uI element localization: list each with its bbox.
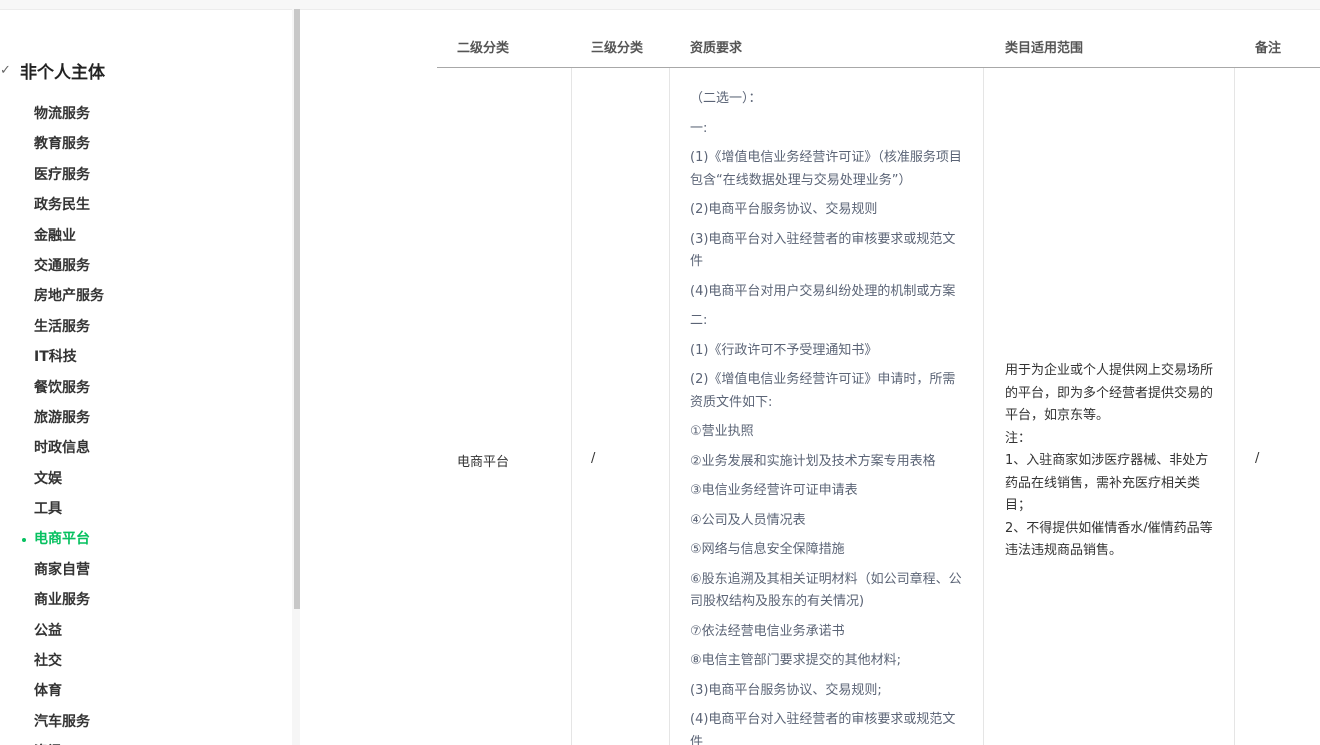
sidebar-item[interactable]: 生活服务 — [0, 317, 104, 347]
header-remark: 备注 — [1255, 41, 1282, 56]
sidebar-item-label: 教育服务 — [34, 136, 90, 153]
qualification-item: (3)电商平台对入驻经营者的审核要求或规范文件 — [690, 231, 956, 270]
qualification-item: (4)电商平台对入驻经营者的审核要求或规范文件 — [690, 712, 956, 745]
qualification-item: ⑤网络与信息安全保障措施 — [690, 542, 845, 557]
qualification-item: (2)《增值电信业务经营许可证》申请时，所需资质文件如下: — [690, 372, 956, 410]
group-title: 非个人主体 — [20, 62, 105, 83]
qualification-item: ⑥股东追溯及其相关证明材料（如公司章程、公司股权结构及股东的有关情况) — [690, 571, 962, 610]
sidebar-item-label: IT科技 — [34, 349, 77, 366]
sidebar-item[interactable]: IT科技 — [0, 347, 104, 377]
sidebar-item[interactable]: 金融业 — [0, 226, 104, 256]
header-scope: 类目适用范围 — [1005, 41, 1084, 56]
sidebar-item-label: 物流服务 — [34, 106, 90, 122]
header-qualification: 资质要求 — [690, 41, 743, 56]
sidebar-item-label: 生活服务 — [34, 318, 90, 335]
qualification-item: (1)《增值电信业务经营许可证》（核准服务项目包含“在线数据处理与交易处理业务”… — [690, 150, 962, 188]
sidebar-item-label: 汽车服务 — [34, 713, 90, 730]
sidebar-item[interactable]: 社交 — [0, 651, 104, 681]
sidebar-item[interactable]: 政务民生 — [0, 195, 104, 225]
sidebar-item[interactable]: 工具 — [0, 499, 104, 529]
table-header-row: 二级分类 三级分类 资质要求 类目适用范围 备注 — [437, 33, 1320, 68]
qualification-item: 二: — [690, 313, 708, 328]
sidebar-item[interactable]: 电商平台 — [0, 529, 104, 559]
sidebar-item[interactable]: 医疗服务 — [0, 165, 104, 195]
sidebar-item-label: 社交 — [34, 653, 62, 670]
qualification-item: (3)电商平台服务协议、交易规则; — [690, 682, 882, 698]
sidebar-item[interactable]: 旅游服务 — [0, 408, 104, 438]
qualification-list: （二选一）： 一: (1)《增值电信业务经营许可证》（核准服务项目包含“在线数据处理… — [690, 88, 962, 745]
cell-scope: 用于为企业或个人提供网上交易场所的平台，即为多个经营者提供交易的平台，如京东等。… — [1005, 363, 1214, 558]
column-divider — [571, 68, 572, 745]
header-level3: 三级分类 — [591, 41, 644, 56]
cell-level3: / — [591, 451, 596, 466]
qualification-item: ②业务发展和实施计划及技术方案专用表格 — [690, 453, 936, 469]
sidebar-item-label: 餐饮服务 — [34, 379, 90, 396]
category-sidebar: ✓ 非个人主体 物流服务教育服务医疗服务政务民生金融业交通服务房地产服务生活服务… — [0, 9, 292, 745]
sidebar-item[interactable]: 餐饮服务 — [0, 378, 104, 408]
qualification-item: ④公司及人员情况表 — [690, 512, 806, 528]
sidebar-item[interactable]: 时政信息 — [0, 438, 104, 468]
qualification-item: (1)《行政许可不予受理通知书》 — [690, 342, 878, 358]
sidebar-item-label: 交通服务 — [34, 257, 90, 274]
sidebar-item[interactable]: 交通服务 — [0, 256, 104, 286]
sidebar-item-label: 旅游服务 — [34, 409, 90, 426]
sidebar-item-label: 政务民生 — [34, 197, 90, 214]
header-level2: 二级分类 — [457, 41, 510, 56]
qualification-item: (2)电商平台服务协议、交易规则 — [690, 202, 878, 217]
sidebar-item-label: 公益 — [34, 622, 62, 639]
column-divider — [669, 68, 670, 745]
sidebar-item[interactable]: 房地产服务 — [0, 286, 104, 316]
qualification-table: 二级分类 三级分类 资质要求 类目适用范围 备注 电商平台 / （二选一）： 一:… — [437, 9, 1320, 745]
active-dot-icon — [22, 538, 26, 543]
sidebar-item-label: 医疗服务 — [34, 166, 90, 183]
sidebar-item[interactable]: 汽车服务 — [0, 712, 104, 742]
chevron-down-icon[interactable]: ✓ — [0, 63, 20, 78]
qualification-item: ⑦依法经营电信业务承诺书 — [690, 623, 845, 639]
sidebar-item-label: 商家自营 — [34, 561, 90, 578]
sidebar-item-label: 金融业 — [34, 227, 76, 244]
sidebar-item-label: 电商平台 — [34, 531, 90, 548]
sidebar-item[interactable]: 文娱 — [0, 469, 104, 499]
qualification-item: （二选一）： — [690, 91, 762, 106]
column-divider — [983, 68, 984, 745]
sidebar-item[interactable]: 公益 — [0, 621, 104, 651]
sidebar-item[interactable]: 体育 — [0, 681, 104, 711]
sidebar-scrollbar-thumb[interactable] — [294, 9, 300, 609]
sidebar-item[interactable]: 物流服务 — [0, 104, 104, 134]
qualification-item: (4)电商平台对用户交易纠纷处理的机制或方案 — [690, 283, 956, 299]
sidebar-item[interactable]: 商业服务 — [0, 590, 104, 620]
sidebar-item-label: 文娱 — [34, 470, 62, 487]
sidebar-item-label: 商业服务 — [34, 592, 90, 609]
sidebar-item[interactable]: 商家自营 — [0, 560, 104, 590]
qualification-item: ①营业执照 — [690, 424, 754, 439]
cell-remark: / — [1255, 451, 1260, 466]
sidebar-item-label: 工具 — [34, 501, 62, 518]
sidebar-item-label: 房地产服务 — [34, 288, 104, 305]
sidebar-item[interactable]: 教育服务 — [0, 134, 104, 164]
column-divider — [1234, 68, 1235, 745]
sidebar-nav-list: 物流服务教育服务医疗服务政务民生金融业交通服务房地产服务生活服务 IT科技餐饮服务… — [0, 104, 104, 745]
qualification-item: ⑧电信主管部门要求提交的其他材料; — [690, 653, 902, 668]
group-header[interactable]: ✓ 非个人主体 — [0, 59, 105, 83]
qualification-item: ③电信业务经营许可证申请表 — [690, 483, 858, 498]
sidebar-item-label: 时政信息 — [34, 440, 90, 457]
cell-level2: 电商平台 — [457, 455, 510, 470]
sidebar-item-label: 体育 — [34, 683, 62, 700]
qualification-item: 一: — [690, 120, 708, 136]
